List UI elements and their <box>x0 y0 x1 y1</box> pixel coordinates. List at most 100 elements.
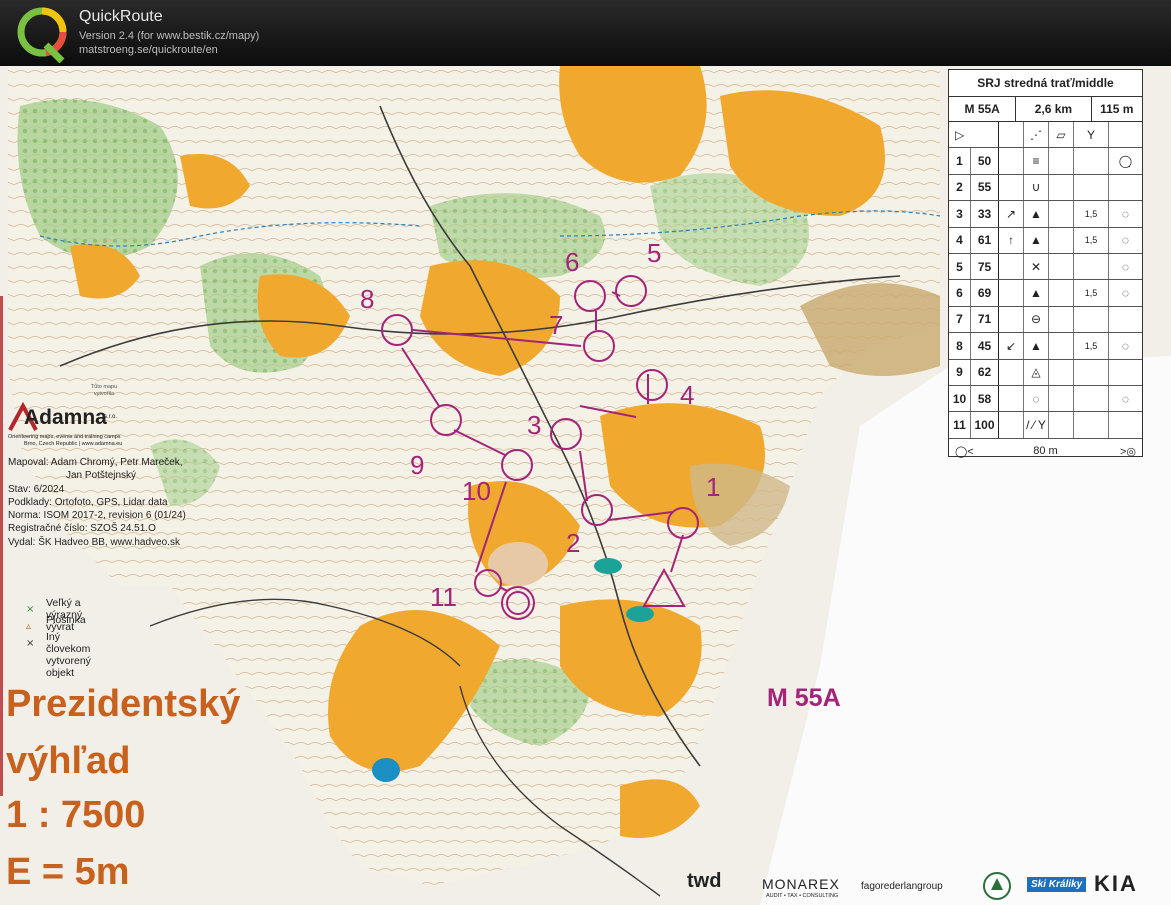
control-dimension <box>1074 253 1109 280</box>
credit-line: Norma: ISOM 2017-2, revision 6 (01/24) <box>8 510 186 522</box>
control-number-11: 11 <box>430 582 457 612</box>
description-control-row: 6 69 ▲ 1,5 ◌ <box>949 280 1142 307</box>
adamna-logo-suffix: s.r.o. <box>104 414 118 420</box>
control-circle-6 <box>574 280 606 312</box>
control-dimension <box>1074 385 1109 412</box>
description-start-row: ▷ ⋰ ▱ Y <box>949 122 1142 149</box>
control-circles <box>381 275 699 620</box>
control-location <box>1109 412 1142 437</box>
legend-label: Iný človekom vytvorený objekt <box>46 631 91 679</box>
map-equidistance: E = 5m <box>6 851 130 893</box>
control-number-4: 4 <box>680 380 694 410</box>
control-appearance <box>1049 359 1074 385</box>
description-finish-row: ◯< 80 m >◎ <box>949 439 1142 464</box>
description-cell <box>999 122 1024 148</box>
control-dimension: 1,5 <box>1074 201 1109 227</box>
control-order: 8 <box>949 333 971 359</box>
finish-distance: 80 m <box>1033 445 1058 458</box>
control-appearance <box>1049 280 1074 306</box>
credit-line: Registračné číslo: SZOŠ 24.51.O <box>8 523 156 535</box>
legend-item: ▵ Plošinka <box>26 614 86 632</box>
quickroute-logo-icon <box>17 7 67 63</box>
control-number-2: 2 <box>566 528 580 558</box>
app-version: Version 2.4 (for www.bestik.cz/mapy) <box>79 30 260 42</box>
symbol-legend: × Veľký a výrazný vývrat ▵ Plošinka × In… <box>26 597 91 679</box>
control-number-10: 10 <box>462 476 491 506</box>
town-crest-icon <box>983 872 1011 900</box>
app-url[interactable]: matstroeng.se/quickroute/en <box>79 44 218 56</box>
control-feature: ◬ <box>1024 359 1049 385</box>
control-feature: ⊖ <box>1024 306 1049 333</box>
control-circle-10 <box>501 449 533 481</box>
control-order: 5 <box>949 253 971 280</box>
control-code: 62 <box>971 359 999 385</box>
junction-icon: Y <box>1074 122 1109 148</box>
control-dimension <box>1074 306 1109 333</box>
control-direction <box>999 412 1024 438</box>
description-control-row: 2 55 ∪ <box>949 174 1142 202</box>
map-credits: Mapoval: Adam Chromý, Petr Mareček, Jan … <box>8 456 186 549</box>
sponsor-twd-text: twd <box>687 870 722 892</box>
control-description-sheet: SRJ stredná trať/middle M 55A 2,6 km 115… <box>948 69 1143 458</box>
control-dimension <box>1074 148 1109 174</box>
adamna-tagline: Orienteering maps, events and training c… <box>8 434 121 440</box>
control-feature: ▲ <box>1024 333 1049 359</box>
control-direction <box>999 385 1024 412</box>
control-direction <box>999 359 1024 385</box>
control-circle-4 <box>636 369 668 401</box>
control-location: ◯̣ <box>1118 154 1133 169</box>
description-course-header: M 55A 2,6 km 115 m <box>949 97 1142 122</box>
sponsor-monarex-tagline: AUDIT • TAX • CONSULTING <box>766 893 839 899</box>
control-location: ◌ <box>1121 286 1130 301</box>
control-circle-9 <box>430 404 462 436</box>
description-control-row: 1 50 ≡ ◯̣ <box>949 148 1142 175</box>
control-location: ◌ <box>1121 233 1130 248</box>
control-circle-8 <box>381 314 413 346</box>
road-crossing-icon: ▱ <box>1049 122 1074 148</box>
control-order: 1 <box>949 148 971 174</box>
control-code: 55 <box>971 174 999 201</box>
control-appearance <box>1049 385 1074 412</box>
control-direction <box>999 174 1024 201</box>
control-dimension <box>1074 174 1109 201</box>
map-name-line1: Prezidentský <box>6 683 241 725</box>
credit-line: Vydal: ŠK Hadveo BB, www.hadveo.sk <box>8 536 180 548</box>
control-order: 10 <box>949 385 971 412</box>
description-control-row: 11 100 / ⁄ Y <box>949 412 1142 439</box>
control-feature: ∪ <box>1024 174 1049 201</box>
credit-line: Mapoval: Adam Chromý, Petr Mareček, <box>8 457 183 468</box>
control-appearance <box>1049 174 1074 201</box>
sponsor-kia: KIA <box>1094 871 1138 896</box>
control-feature: ◌ <box>1024 385 1049 412</box>
control-appearance <box>1049 148 1074 174</box>
control-appearance <box>1049 227 1074 253</box>
description-title: SRJ stredná trať/middle <box>949 70 1142 97</box>
control-direction <box>999 280 1024 306</box>
description-control-row: 7 71 ⊖ <box>949 306 1142 334</box>
control-location: ◌ <box>1121 206 1130 221</box>
app-title-bar: QuickRoute Version 2.4 (for www.bestik.c… <box>0 0 1171 66</box>
control-direction: ↙ <box>999 333 1024 359</box>
control-circle-1 <box>667 507 699 539</box>
control-feature: ▲ <box>1024 280 1049 306</box>
control-number-9: 9 <box>410 450 424 480</box>
legend-cross-black-icon: × <box>26 638 35 649</box>
sponsor-monarex: MONAREX <box>762 876 840 892</box>
control-dimension <box>1074 412 1109 438</box>
control-direction <box>999 253 1024 280</box>
dotted-line-icon: ⋰ <box>1024 122 1049 148</box>
app-title: QuickRoute <box>79 8 163 25</box>
control-order: 4 <box>949 227 971 253</box>
finish-inner-circle <box>506 591 530 615</box>
control-dimension: 1,5 <box>1074 280 1109 306</box>
control-code: 45 <box>971 333 999 359</box>
control-appearance <box>1049 201 1074 227</box>
control-feature: ≡ <box>1024 148 1049 174</box>
control-number-8: 8 <box>360 284 374 314</box>
control-code: 33 <box>971 201 999 227</box>
adamna-logo-text: Adamna <box>24 406 107 429</box>
control-circle-3 <box>550 418 582 450</box>
description-control-row: 3 33 ↗ ▲ 1,5 ◌ <box>949 201 1142 228</box>
control-appearance <box>1049 306 1074 333</box>
description-cell <box>1109 122 1142 147</box>
